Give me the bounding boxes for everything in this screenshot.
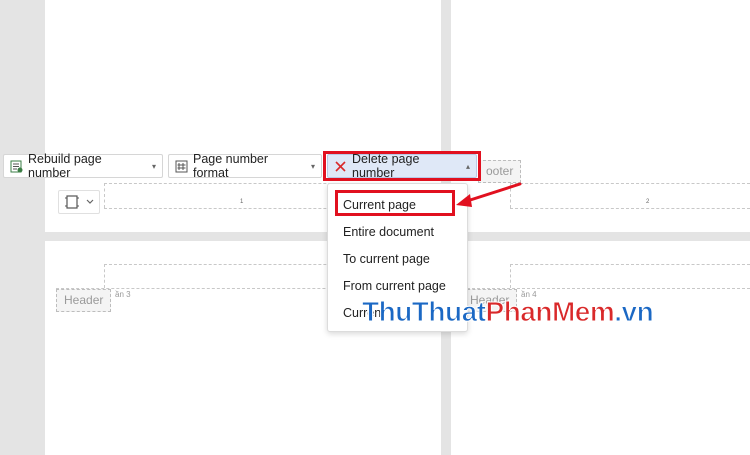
footer-area-right	[510, 183, 750, 184]
chevron-down-icon	[86, 199, 94, 204]
footer-options-button[interactable]	[58, 190, 100, 214]
watermark-part-3: .vn	[614, 296, 654, 328]
footer-boundary-right	[510, 208, 750, 209]
page-number-format-label: Page number format	[193, 152, 269, 180]
footer-edge-left	[104, 183, 105, 208]
page-4	[451, 241, 750, 455]
caret-down-icon: ▾	[310, 161, 315, 171]
watermark-part-2: PhanMem	[485, 296, 615, 328]
page-number-format-icon	[175, 160, 188, 173]
annotation-arrow	[456, 182, 522, 207]
menu-item-entire-document[interactable]: Entire document	[328, 219, 467, 245]
caret-down-icon: ▾	[151, 161, 156, 171]
rebuild-page-number-button[interactable]: Rebuild page number ▾	[3, 152, 163, 180]
watermark-part-1: ThuThuat	[362, 296, 487, 328]
section-label-left: ần 3	[115, 290, 131, 299]
current-page-highlight	[335, 190, 455, 216]
header-edge-right	[510, 264, 511, 288]
header-edge-left	[104, 264, 105, 288]
watermark-logo: ThuThuatPhanMem.vn	[362, 296, 655, 328]
header-tag-left: Header	[56, 289, 112, 312]
page-number-format-button[interactable]: Page number format ▾	[168, 152, 322, 180]
page-number-2: 2	[646, 199, 650, 205]
rebuild-page-number-icon	[10, 160, 23, 173]
rebuild-page-number-label: Rebuild page number	[28, 152, 102, 180]
page-layout-icon	[65, 195, 79, 209]
page-number-1: 1	[240, 199, 244, 205]
header-area-right	[510, 264, 750, 265]
menu-item-to-current-page[interactable]: To current page	[328, 246, 467, 272]
